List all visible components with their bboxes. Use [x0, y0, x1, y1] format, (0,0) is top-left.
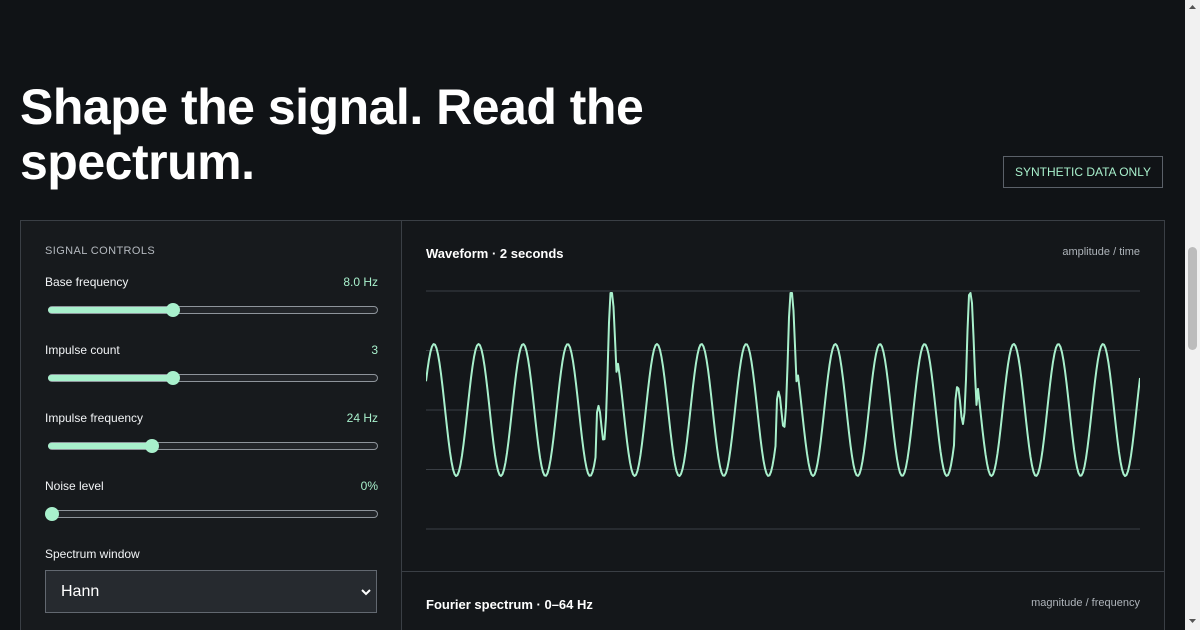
chart-divider [402, 571, 1164, 572]
scroll-down-icon[interactable] [1188, 616, 1197, 625]
page-title: Shape the signal. Read the spectrum. [20, 79, 644, 190]
base-frequency-slider[interactable] [48, 303, 378, 317]
base-frequency-fill [48, 307, 173, 313]
synthetic-data-badge: SYNTHETIC DATA ONLY [1003, 156, 1163, 188]
impulse-count-fill [48, 375, 173, 381]
page-scrollbar[interactable] [1185, 0, 1200, 630]
scrollbar-thumb[interactable] [1188, 247, 1197, 350]
spectrum-window-select[interactable]: Hann [45, 570, 377, 613]
impulse-count-thumb[interactable] [165, 371, 180, 385]
signal-panel: SIGNAL CONTROLS Base frequency 8.0 Hz Im… [20, 220, 1165, 630]
impulse-count-value: 3 [371, 343, 378, 357]
noise-level-value: 0% [360, 479, 378, 493]
base-frequency-label: Base frequency [45, 275, 129, 289]
impulse-frequency-thumb[interactable] [144, 439, 159, 453]
base-frequency-thumb[interactable] [165, 303, 180, 317]
waveform-line [426, 292, 1140, 477]
waveform-axis-note: amplitude / time [1062, 246, 1140, 258]
base-frequency-value: 8.0 Hz [343, 275, 378, 289]
impulse-frequency-control: Impulse frequency 24 Hz [45, 411, 378, 459]
noise-level-thumb[interactable] [45, 507, 59, 521]
noise-level-control: Noise level 0% [45, 479, 378, 527]
spectrum-axis-note: magnitude / frequency [1031, 597, 1140, 609]
chevron-down-icon [361, 589, 371, 596]
controls-title: SIGNAL CONTROLS [45, 245, 156, 257]
impulse-count-label: Impulse count [45, 343, 120, 357]
waveform-title: Waveform · 2 seconds [426, 246, 564, 261]
impulse-frequency-label: Impulse frequency [45, 411, 144, 425]
impulse-frequency-fill [48, 443, 152, 449]
noise-level-slider[interactable] [45, 507, 378, 521]
base-frequency-control: Base frequency 8.0 Hz [45, 275, 378, 323]
impulse-count-slider[interactable] [48, 371, 378, 385]
impulse-count-control: Impulse count 3 [45, 343, 378, 391]
noise-level-label: Noise level [45, 479, 104, 493]
spectrum-window-label: Spectrum window [45, 547, 140, 561]
noise-level-track [48, 510, 378, 518]
spectrum-title: Fourier spectrum · 0–64 Hz [426, 597, 593, 612]
impulse-frequency-slider[interactable] [48, 439, 378, 453]
waveform-chart [426, 290, 1140, 530]
spectrum-window-selected: Hann [61, 583, 100, 600]
impulse-frequency-value: 24 Hz [346, 411, 378, 425]
scroll-up-icon[interactable] [1188, 3, 1197, 12]
signal-controls: SIGNAL CONTROLS Base frequency 8.0 Hz Im… [21, 221, 402, 630]
waveform-grid [426, 290, 1140, 530]
signal-page: Shape the signal. Read the spectrum. SYN… [0, 0, 1200, 630]
visualization-area: Waveform · 2 seconds amplitude / time Fo… [402, 221, 1164, 630]
